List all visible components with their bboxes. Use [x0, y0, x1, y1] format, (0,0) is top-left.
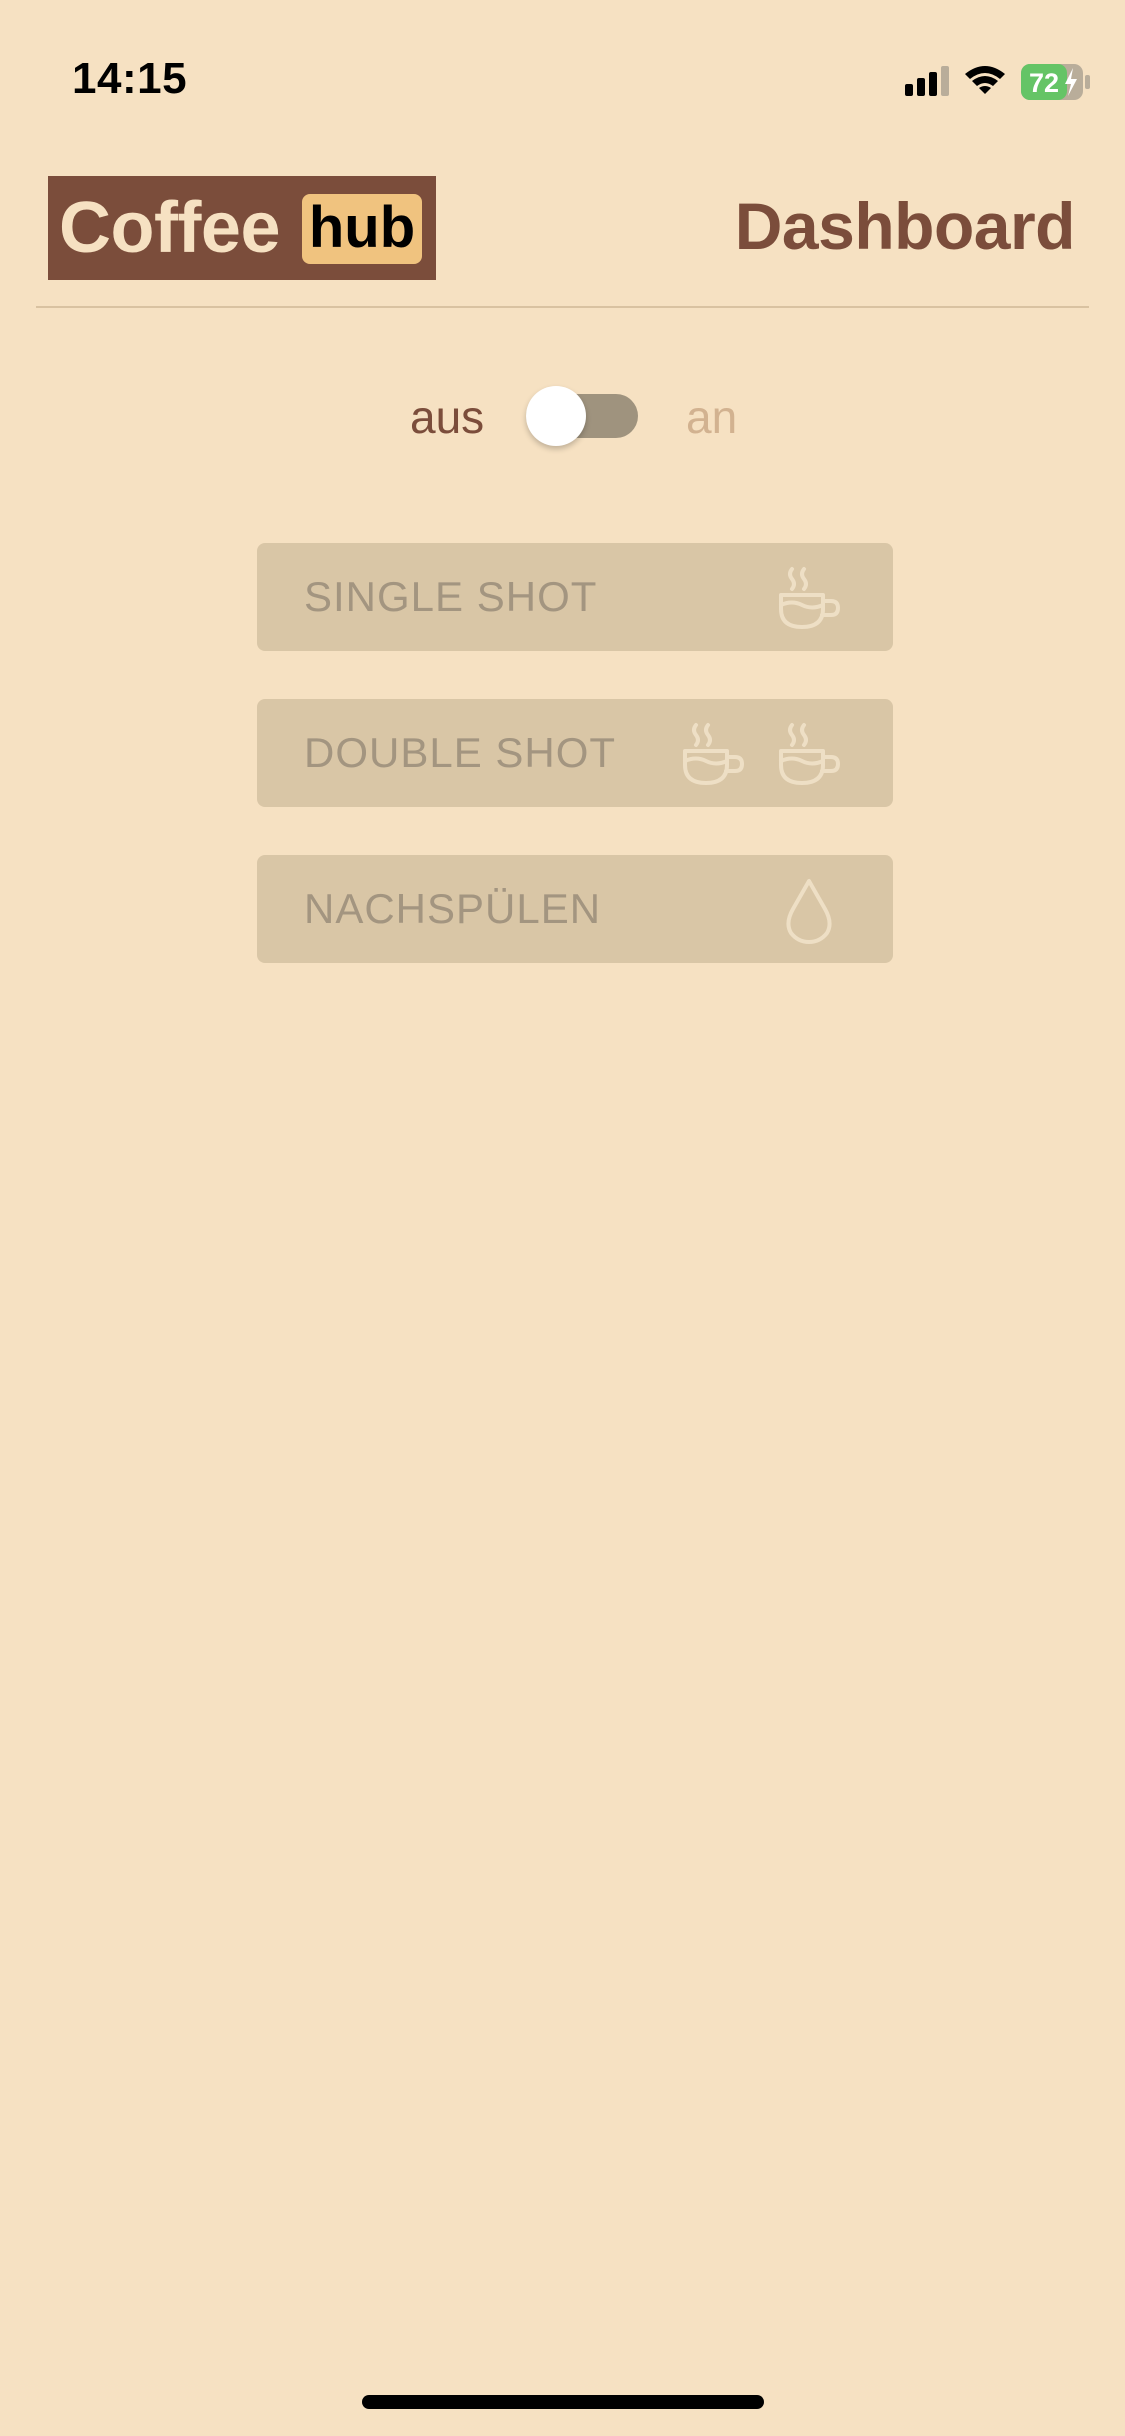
- wifi-icon: [965, 66, 1005, 94]
- rinse-button[interactable]: NACHSPÜLEN: [257, 855, 893, 963]
- status-bar: 14:15 72: [0, 0, 1125, 150]
- power-toggle-row: aus an: [0, 370, 1125, 460]
- coffee-cup-icon: [779, 567, 840, 629]
- page-title: Dashboard: [734, 189, 1076, 263]
- toggle-off-label: aus: [410, 391, 485, 443]
- single-shot-label: SINGLE SHOT: [304, 573, 598, 620]
- status-time: 14:15: [72, 54, 188, 103]
- toggle-knob[interactable]: [526, 386, 586, 446]
- logo-text-coffee: Coffee: [59, 188, 281, 268]
- single-shot-button[interactable]: SINGLE SHOT: [257, 543, 893, 651]
- battery-icon: 72: [1021, 64, 1090, 100]
- coffee-cup-icon: [683, 723, 744, 785]
- header-divider: [36, 306, 1089, 308]
- rinse-label: NACHSPÜLEN: [304, 885, 602, 932]
- app-header: Coffee hub Dashboard: [0, 150, 1125, 310]
- signal-icon: [905, 66, 949, 96]
- toggle-on-label: an: [686, 391, 738, 443]
- coffeehub-logo[interactable]: Coffee hub: [48, 176, 436, 280]
- double-shot-label: DOUBLE SHOT: [304, 729, 617, 776]
- double-shot-button[interactable]: DOUBLE SHOT: [257, 699, 893, 807]
- coffee-cup-icon: [779, 723, 840, 785]
- water-drop-icon: [786, 879, 832, 944]
- battery-level: 72: [1029, 68, 1059, 98]
- power-toggle-switch[interactable]: [526, 386, 638, 446]
- logo-text-hub: hub: [302, 194, 422, 264]
- home-indicator[interactable]: [362, 2395, 764, 2409]
